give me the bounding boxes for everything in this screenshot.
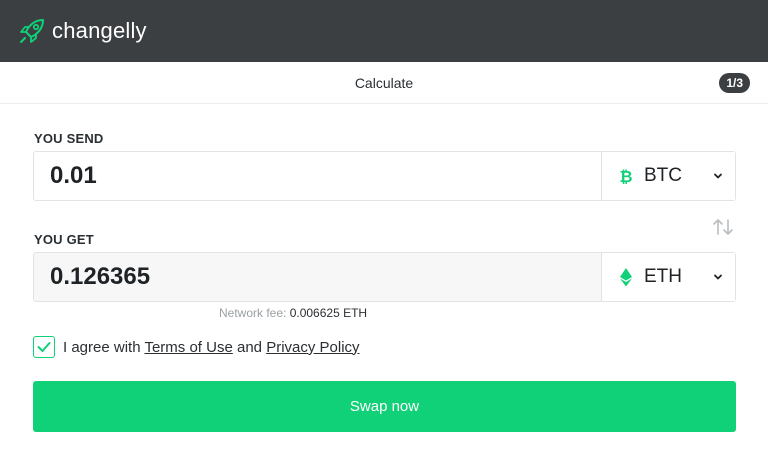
checkmark-icon bbox=[37, 342, 51, 352]
svg-text:₿: ₿ bbox=[619, 167, 632, 186]
agree-checkbox[interactable] bbox=[33, 336, 55, 358]
privacy-policy-link[interactable]: Privacy Policy bbox=[266, 339, 359, 356]
ethereum-icon bbox=[620, 268, 632, 287]
send-currency-select[interactable]: ₿ BTC bbox=[601, 152, 735, 200]
network-fee: Network fee: 0.006625 ETH bbox=[219, 306, 367, 320]
agreement-row: I agree with Terms of Use and Privacy Po… bbox=[33, 335, 360, 359]
network-fee-value: 0.006625 ETH bbox=[289, 306, 368, 320]
you-send-label: YOU SEND bbox=[34, 131, 104, 146]
get-amount-value: 0.126365 bbox=[50, 263, 151, 290]
step-badge: 1/3 bbox=[719, 73, 750, 93]
get-currency-code: ETH bbox=[644, 266, 682, 287]
swap-direction-icon[interactable] bbox=[712, 217, 734, 237]
you-get-label: YOU GET bbox=[34, 232, 94, 247]
get-field: 0.126365 ETH bbox=[33, 252, 736, 302]
agree-conjunction: and bbox=[236, 338, 263, 356]
terms-of-use-link[interactable]: Terms of Use bbox=[144, 339, 232, 356]
send-currency-code: BTC bbox=[644, 165, 682, 186]
rocket-icon bbox=[20, 19, 44, 43]
chevron-down-icon bbox=[714, 173, 722, 179]
swap-now-button[interactable]: Swap now bbox=[33, 381, 736, 432]
logo-text: changelly bbox=[52, 18, 147, 43]
get-currency-select[interactable]: ETH bbox=[601, 253, 735, 301]
agree-text: I agree with Terms of Use and Privacy Po… bbox=[63, 339, 360, 356]
step-bar: Calculate 1/3 bbox=[0, 62, 768, 104]
network-fee-label: Network fee: bbox=[219, 306, 287, 320]
chevron-down-icon bbox=[714, 274, 722, 280]
step-title: Calculate bbox=[354, 75, 414, 91]
send-amount-input[interactable]: 0.01 bbox=[34, 152, 601, 200]
top-bar: changelly bbox=[0, 0, 768, 62]
bitcoin-icon: ₿ bbox=[619, 167, 632, 186]
send-field: 0.01 ₿ BTC bbox=[33, 151, 736, 201]
agree-prefix: I agree with bbox=[63, 338, 141, 356]
